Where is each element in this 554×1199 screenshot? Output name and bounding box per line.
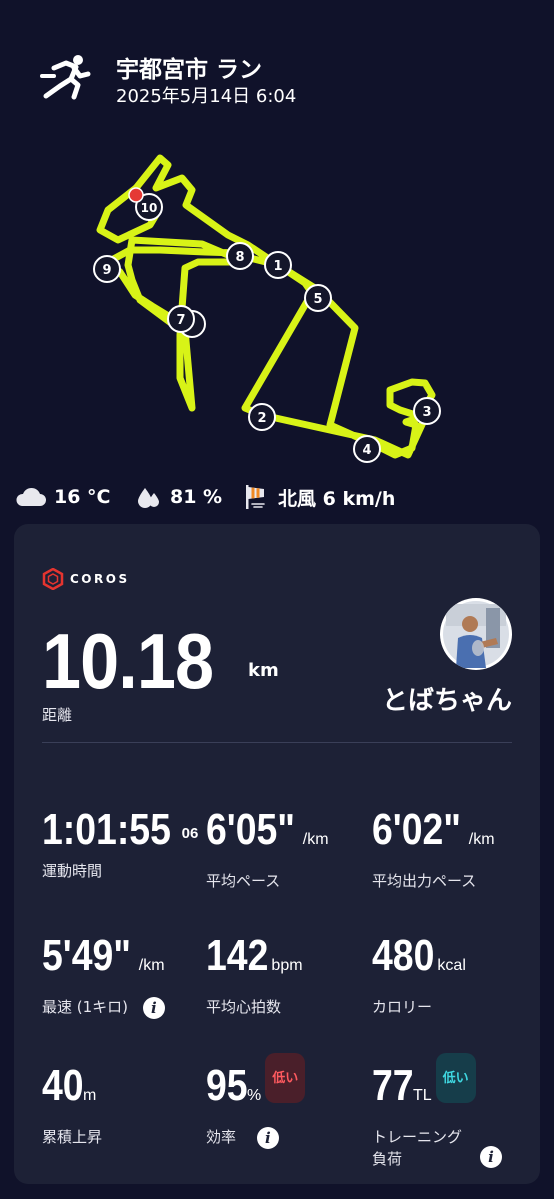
- humidity-text: 81 %: [170, 486, 223, 508]
- stat-duration: 1:01:55 06 運動時間: [42, 806, 202, 882]
- start-point-marker: [128, 187, 144, 203]
- avatar[interactable]: [440, 598, 512, 670]
- info-icon[interactable]: i: [480, 1146, 502, 1168]
- km-markers: 1 2 3 4 5 7 8 9 10: [93, 193, 441, 463]
- km-marker-3: 3: [413, 397, 441, 425]
- cloud-icon: [16, 487, 46, 506]
- km-marker-5: 5: [304, 284, 332, 312]
- stat-training-load-label-line2: 負荷: [372, 1150, 403, 1168]
- svg-text:5: 5: [313, 292, 322, 307]
- activity-header: 宇都宮市 ラン 2025年5月14日 6:04: [40, 48, 520, 108]
- distance-unit: km: [248, 660, 279, 681]
- km-marker-8: 8: [226, 242, 254, 270]
- stat-avg-power-pace: 6'02"/km 平均出力ペース: [372, 806, 532, 892]
- svg-text:7: 7: [176, 313, 185, 328]
- svg-text:3: 3: [422, 405, 431, 420]
- svg-text:8: 8: [235, 250, 244, 265]
- weather-row: 16 °C 81 % 北風 6 km/h: [14, 482, 544, 512]
- svg-text:1: 1: [273, 259, 282, 274]
- info-icon[interactable]: i: [256, 1126, 279, 1149]
- activity-stats-card: COROS 10.18 km 距離 とばちゃん 1:01:55 06 運動時間 6…: [14, 524, 540, 1184]
- running-person-icon: [40, 55, 91, 100]
- km-marker-7: 7: [167, 305, 195, 333]
- stat-avg-pace-label: 平均ペース: [206, 872, 281, 890]
- training-load-low-badge: 低い: [435, 1053, 476, 1104]
- svg-text:2: 2: [257, 411, 266, 426]
- info-icon[interactable]: i: [142, 996, 165, 1019]
- wind-sock-icon: [246, 485, 265, 509]
- km-marker-4: 4: [353, 435, 381, 463]
- stat-avg-pace: 6'05"/km 平均ペース: [206, 806, 366, 892]
- activity-datetime: 2025年5月14日 6:04: [116, 86, 297, 107]
- coros-logo: COROS: [42, 568, 130, 590]
- stat-calories-label: カロリー: [372, 998, 433, 1016]
- stat-efficiency: 95%低い 効率 i: [206, 1053, 366, 1149]
- km-marker-1: 1: [264, 251, 292, 279]
- svg-text:4: 4: [362, 443, 371, 458]
- svg-text:10: 10: [141, 201, 158, 215]
- distance-label: 距離: [42, 706, 73, 724]
- efficiency-low-badge: 低い: [265, 1053, 306, 1104]
- route-map[interactable]: 1 2 3 4 5 7 8 9 10: [0, 140, 554, 480]
- wind-item: 北風 6 km/h: [242, 482, 395, 512]
- stat-training-load: 77TL低い トレーニング 負荷 i: [372, 1053, 522, 1170]
- stat-efficiency-label: 効率: [206, 1128, 237, 1146]
- stat-training-load-label: トレーニング: [372, 1128, 463, 1146]
- stat-calories: 480 kcal カロリー: [372, 932, 532, 1018]
- stat-avg-heart-rate: 142 bpm 平均心拍数: [206, 932, 366, 1018]
- stat-fastest-km-label: 最速 (1キロ): [42, 998, 129, 1016]
- username: とばちゃん: [381, 686, 512, 716]
- distance-value: 10.18 km: [42, 617, 279, 705]
- stat-avg-power-pace-label: 平均出力ペース: [372, 872, 477, 890]
- temperature-item: 16 °C: [14, 482, 111, 512]
- km-marker-2: 2: [248, 403, 276, 431]
- temperature-text: 16 °C: [54, 486, 111, 508]
- stat-duration-label: 運動時間: [42, 862, 103, 880]
- wind-text: 北風 6 km/h: [278, 487, 396, 510]
- stat-fastest-km: 5'49"/km 最速 (1キロ) i: [42, 931, 165, 1019]
- divider: [42, 742, 512, 743]
- coros-hexagon-icon: [42, 568, 64, 590]
- humidity-item: 81 %: [136, 482, 222, 512]
- stat-elevation-gain-label: 累積上昇: [42, 1128, 103, 1146]
- activity-title: 宇都宮市 ラン: [116, 57, 263, 83]
- svg-text:9: 9: [102, 263, 111, 278]
- stat-avg-heart-rate-label: 平均心拍数: [206, 998, 282, 1016]
- km-marker-9: 9: [93, 255, 121, 283]
- humidity-drops-icon: [138, 488, 159, 508]
- stat-elevation-gain: 40m 累積上昇: [42, 1062, 202, 1148]
